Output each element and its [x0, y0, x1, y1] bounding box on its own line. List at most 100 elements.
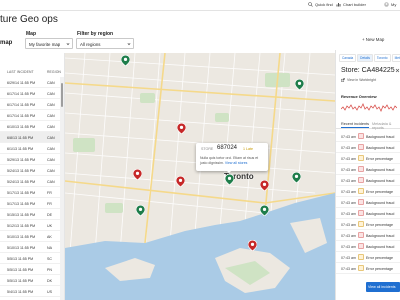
table-row[interactable]: 6/17/14 11:55 PM CAN — [0, 88, 60, 99]
revenue-sparkline — [341, 103, 397, 112]
cell-last-incident: 6/17/14 11:55 PM — [7, 102, 36, 107]
tab-metadata-reports[interactable]: Metadata & reports — [372, 122, 400, 130]
table-row[interactable]: 5/15/13 11:55 PM DE — [0, 209, 60, 220]
table-row[interactable]: 5/10/13 11:55 PM AK — [0, 231, 60, 242]
chart-builder-button[interactable]: Chart builder — [336, 2, 366, 7]
error-icon — [358, 243, 364, 249]
store-title: Store: CA484225 — [341, 67, 395, 74]
incident-row[interactable]: 07:43 am Background fraud — [336, 197, 400, 208]
store-tab[interactable]: Metrics — [391, 54, 400, 62]
map-pin-icon[interactable] — [260, 205, 269, 216]
incident-row[interactable]: 07:43 am Background fraud — [336, 208, 400, 219]
popup-link[interactable]: View all stores — [225, 161, 248, 165]
error-icon — [358, 166, 364, 172]
cell-last-incident: 5/15/13 11:55 PM — [7, 212, 36, 217]
new-map-button[interactable]: + New Map — [362, 37, 384, 42]
table-row[interactable]: 5/10/13 11:55 PM NA — [0, 242, 60, 253]
column-header-region[interactable]: REGION — [47, 70, 61, 74]
table-row[interactable]: 5/5/13 11:55 PM DK — [0, 275, 60, 286]
popup-late-badge: 1 Late — [243, 147, 253, 151]
table-row[interactable]: 5/4/13 11:55 PM US — [0, 286, 60, 297]
quick-find-label: Quick find — [315, 2, 333, 7]
cell-region: CAN — [47, 102, 55, 107]
table-row[interactable]: 5/24/13 11:55 PM CAN — [0, 176, 60, 187]
table-row[interactable]: 6/17/14 11:55 PM CAN — [0, 110, 60, 121]
region-select[interactable]: All regions — [76, 38, 134, 49]
incident-text: Error percentage — [366, 189, 393, 194]
incident-text: Error percentage — [366, 156, 393, 161]
incident-row[interactable]: 07:43 am Background fraud — [336, 142, 400, 153]
map-pin-icon[interactable] — [176, 176, 185, 187]
store-popup[interactable]: STORE 687024 1 Late Nulla quis tortor or… — [196, 143, 268, 173]
store-external-link[interactable]: View in Workbright — [341, 78, 376, 82]
incident-row[interactable]: 07:43 am Background fraud — [336, 241, 400, 252]
cell-region: UK — [47, 223, 52, 228]
store-tabs: CanadaDetailsTorontoMetrics — [339, 54, 400, 62]
search-icon — [308, 2, 313, 7]
cell-last-incident: 5/4/13 11:55 PM — [7, 289, 34, 294]
table-row[interactable]: 5/5/13 11:55 PM PN — [0, 264, 60, 275]
tab-recent-incidents[interactable]: Recent incidents — [341, 122, 370, 128]
incident-time: 07:43 am — [341, 178, 356, 183]
table-row[interactable]: 5/24/13 11:55 PM CAN — [0, 165, 60, 176]
table-header: LAST INCIDENT REGION — [0, 68, 64, 76]
map-pin-icon[interactable] — [177, 123, 186, 134]
store-link-label: View in Workbright — [347, 78, 377, 82]
incident-tabs: Recent incidents Metadata & reports — [336, 120, 400, 130]
incident-text: Error percentage — [366, 255, 393, 260]
cell-region: CAN — [47, 91, 55, 96]
incident-row[interactable]: 07:43 am Error percentage — [336, 153, 400, 164]
table-row[interactable]: 5/5/13 11:55 PM SC — [0, 253, 60, 264]
region-select-value: All regions — [80, 42, 101, 47]
table-row[interactable]: 5/29/13 11:55 PM CAN — [0, 154, 60, 165]
table-row[interactable]: 5/12/13 11:55 PM UK — [0, 220, 60, 231]
map-pin-icon[interactable] — [295, 79, 304, 90]
popup-store-caption: STORE — [201, 147, 214, 151]
map-pin-icon[interactable] — [136, 205, 145, 216]
error-icon — [358, 144, 364, 150]
table-row[interactable]: 6/10/13 11:55 PM CAN — [0, 121, 60, 132]
incident-row[interactable]: 07:43 am Error percentage — [336, 219, 400, 230]
incident-row[interactable]: 07:43 am Error percentage — [336, 186, 400, 197]
map-pin-icon[interactable] — [248, 240, 257, 251]
map-select[interactable]: My favorite map — [25, 38, 73, 49]
cell-region: DK — [47, 278, 52, 283]
scrollbar-thumb[interactable] — [61, 83, 63, 107]
map-pin-icon[interactable] — [260, 180, 269, 191]
table-row[interactable]: 6/8/13 11:55 PM CAN — [0, 132, 60, 143]
incident-text: Background fraud — [366, 211, 395, 216]
column-header-last-incident[interactable]: LAST INCIDENT — [7, 70, 34, 74]
table-row[interactable]: 5/17/13 11:55 PM FR — [0, 198, 60, 209]
map-canvas[interactable]: Toronto STORE 687024 1 Late Nulla quis t… — [65, 53, 335, 300]
view-all-incidents-button[interactable]: View all incidents — [366, 282, 400, 292]
cell-region: CAN — [47, 157, 55, 162]
map-pin-icon[interactable] — [121, 55, 130, 66]
store-tab[interactable]: Details — [357, 54, 373, 62]
chart-icon — [336, 3, 341, 7]
incident-row[interactable]: 07:43 am Background fraud — [336, 175, 400, 186]
table-scrollbar[interactable] — [60, 77, 64, 300]
table-row[interactable]: 5/17/13 11:55 PM FR — [0, 187, 60, 198]
incident-row[interactable]: 07:43 am Background fraud — [336, 164, 400, 175]
store-tab[interactable]: Toronto — [373, 54, 391, 62]
incident-text: Error percentage — [366, 266, 393, 271]
incident-row[interactable]: 07:43 am Error percentage — [336, 263, 400, 274]
incident-time: 07:43 am — [341, 156, 356, 161]
map-pin-icon[interactable] — [292, 172, 301, 183]
incident-time: 07:43 am — [341, 222, 356, 227]
cell-region: CAN — [47, 179, 55, 184]
chevron-down-icon — [127, 43, 131, 46]
incident-row[interactable]: 07:43 am Background fraud — [336, 131, 400, 142]
incident-row[interactable]: 07:43 am Background fraud — [336, 230, 400, 241]
incident-text: Background fraud — [366, 233, 395, 238]
table-row[interactable]: 6/17/14 11:55 PM CAN — [0, 99, 60, 110]
table-row[interactable]: 6/29/14 11:55 PM CAN — [0, 77, 60, 88]
user-menu[interactable]: My — [384, 2, 396, 7]
map-pin-icon[interactable] — [133, 169, 142, 180]
incident-row[interactable]: 07:43 am Error percentage — [336, 252, 400, 263]
quick-find-button[interactable]: Quick find — [308, 2, 333, 7]
cell-last-incident: 5/17/13 11:55 PM — [7, 190, 36, 195]
store-tab[interactable]: Canada — [339, 54, 357, 62]
close-icon[interactable] — [395, 68, 400, 73]
table-row[interactable]: 6/1/13 11:55 PM CAN — [0, 143, 60, 154]
